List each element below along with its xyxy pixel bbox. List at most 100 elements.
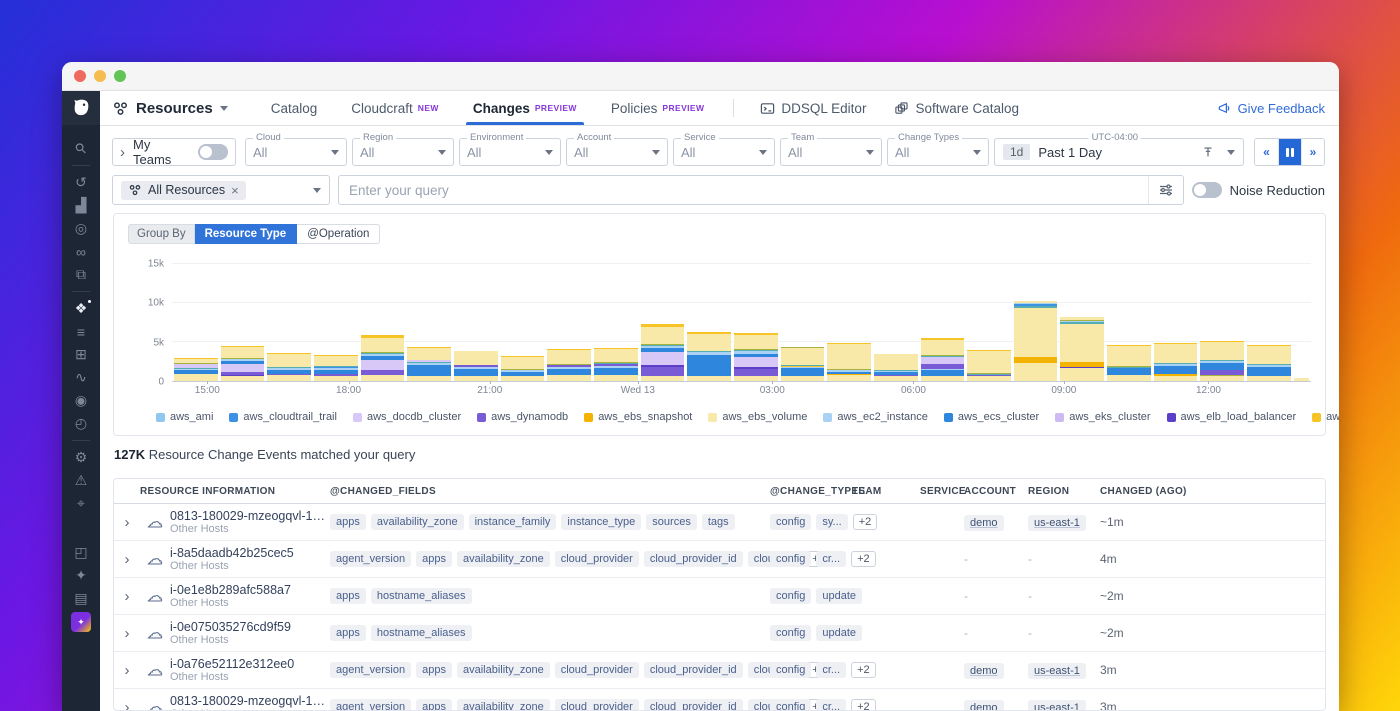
- change-type-chip[interactable]: cr...: [816, 662, 846, 678]
- change-type-chip[interactable]: config: [770, 514, 811, 530]
- filter-dropdown-account[interactable]: AccountAll: [566, 138, 668, 166]
- query-input[interactable]: [339, 183, 1148, 198]
- changed-field-chip[interactable]: hostname_aliases: [371, 588, 472, 604]
- change-type-chip[interactable]: sy...: [816, 514, 847, 530]
- datadog-logo-icon[interactable]: [62, 91, 100, 125]
- fast-forward-button[interactable]: »: [1301, 139, 1324, 165]
- security-config-icon[interactable]: ⚙: [62, 446, 100, 469]
- traces-icon[interactable]: ≡: [62, 320, 100, 343]
- pause-button[interactable]: [1278, 139, 1301, 165]
- changed-field-chip[interactable]: apps: [416, 699, 452, 711]
- my-teams-filter[interactable]: › My Teams: [112, 138, 236, 166]
- resource-name[interactable]: 0813-180029-mzeogqvl-10-...: [170, 694, 330, 708]
- row-expander-icon[interactable]: ›: [114, 699, 140, 711]
- row-expander-icon[interactable]: ›: [114, 662, 140, 679]
- pin-timeframe-icon[interactable]: [1201, 145, 1215, 159]
- changed-field-chip[interactable]: instance_family: [469, 514, 557, 530]
- tab-catalog[interactable]: Catalog: [254, 91, 335, 125]
- account-chip[interactable]: demo: [964, 515, 1004, 531]
- more-types-button[interactable]: +2: [853, 514, 878, 530]
- scope-chip[interactable]: All Resources ×: [121, 181, 246, 200]
- account-chip[interactable]: demo: [964, 700, 1004, 711]
- changed-field-chip[interactable]: sources: [646, 514, 697, 530]
- changed-field-chip[interactable]: apps: [330, 514, 366, 530]
- bits-ai-icon[interactable]: ✦: [71, 612, 91, 632]
- resource-scope-select[interactable]: All Resources ×: [112, 175, 330, 205]
- resources-icon[interactable]: ❖: [62, 297, 100, 320]
- changed-field-chip[interactable]: agent_version: [330, 662, 411, 678]
- more-types-button[interactable]: +2: [851, 662, 876, 678]
- region-chip[interactable]: us-east-1: [1028, 515, 1086, 531]
- product-switcher[interactable]: Resources: [112, 100, 228, 117]
- change-type-chip[interactable]: config: [770, 662, 811, 678]
- change-type-chip[interactable]: update: [816, 625, 862, 641]
- resource-name[interactable]: i-0e1e8b289afc588a7: [170, 583, 330, 597]
- resource-name[interactable]: i-8a5daadb42b25cec5: [170, 546, 330, 560]
- nav-tool-software-catalog[interactable]: Software Catalog: [880, 91, 1033, 125]
- integrations-icon[interactable]: ◰: [62, 541, 100, 564]
- changed-field-chip[interactable]: apps: [416, 551, 452, 567]
- changed-field-chip[interactable]: availability_zone: [371, 514, 464, 530]
- changed-field-chip[interactable]: cloud_provider: [555, 662, 639, 678]
- rewind-button[interactable]: «: [1255, 139, 1278, 165]
- my-teams-toggle[interactable]: [198, 144, 228, 160]
- row-expander-icon[interactable]: ›: [114, 551, 140, 568]
- investigate-icon[interactable]: ⌖: [62, 492, 100, 515]
- legend-item-aws_elb_load_balancer[interactable]: aws_elb_load_balancer: [1167, 411, 1297, 423]
- filter-dropdown-service[interactable]: ServiceAll: [673, 138, 775, 166]
- zoom-window-button[interactable]: [114, 70, 126, 82]
- give-feedback-link[interactable]: Give Feedback: [1217, 101, 1325, 116]
- time-range-picker[interactable]: UTC-04:00 1d Past 1 Day: [994, 138, 1244, 166]
- tab-policies[interactable]: PoliciesPREVIEW: [594, 91, 722, 125]
- group-by-resource-type[interactable]: Resource Type: [195, 224, 298, 244]
- legend-item-aws_docdb_cluster[interactable]: aws_docdb_cluster: [353, 411, 461, 423]
- account-chip[interactable]: demo: [964, 663, 1004, 679]
- changed-field-chip[interactable]: cloud_provider: [555, 699, 639, 711]
- legend-item-aws_ebs_volume[interactable]: aws_ebs_volume: [708, 411, 807, 423]
- filter-dropdown-change-types[interactable]: Change TypesAll: [887, 138, 989, 166]
- legend-item-aws_eni[interactable]: aws_eni: [1312, 411, 1339, 423]
- changed-field-chip[interactable]: agent_version: [330, 699, 411, 711]
- filter-dropdown-environment[interactable]: EnvironmentAll: [459, 138, 561, 166]
- legend-item-aws_cloudtrail_trail[interactable]: aws_cloudtrail_trail: [229, 411, 337, 423]
- legend-item-aws_dynamodb[interactable]: aws_dynamodb: [477, 411, 568, 423]
- change-type-chip[interactable]: config: [770, 551, 811, 567]
- row-expander-icon[interactable]: ›: [114, 588, 140, 605]
- metrics-icon[interactable]: ▟: [62, 194, 100, 217]
- region-chip[interactable]: us-east-1: [1028, 663, 1086, 679]
- change-type-chip[interactable]: config: [770, 588, 811, 604]
- change-type-chip[interactable]: config: [770, 625, 811, 641]
- changed-field-chip[interactable]: apps: [330, 625, 366, 641]
- changed-field-chip[interactable]: instance_type: [561, 514, 641, 530]
- chart-plot-area[interactable]: [172, 256, 1311, 382]
- actions-icon[interactable]: ✦: [62, 564, 100, 587]
- history-icon[interactable]: ↺: [62, 171, 100, 194]
- changed-field-chip[interactable]: apps: [416, 662, 452, 678]
- row-expander-icon[interactable]: ›: [114, 625, 140, 642]
- change-type-chip[interactable]: cr...: [816, 699, 846, 711]
- changed-field-chip[interactable]: cloud_provider_id: [644, 551, 743, 567]
- changed-field-chip[interactable]: apps: [330, 588, 366, 604]
- change-type-chip[interactable]: update: [816, 588, 862, 604]
- changed-field-chip[interactable]: tags: [702, 514, 735, 530]
- resource-name[interactable]: i-0a76e52112e312ee0: [170, 657, 330, 671]
- region-chip[interactable]: us-east-1: [1028, 700, 1086, 711]
- changed-field-chip[interactable]: availability_zone: [457, 662, 550, 678]
- legend-item-aws_ebs_snapshot[interactable]: aws_ebs_snapshot: [584, 411, 692, 423]
- tab-changes[interactable]: ChangesPREVIEW: [456, 91, 594, 125]
- query-options-sliders-icon[interactable]: [1148, 176, 1183, 204]
- changed-field-chip[interactable]: availability_zone: [457, 551, 550, 567]
- change-type-chip[interactable]: cr...: [816, 551, 846, 567]
- remove-scope-icon[interactable]: ×: [231, 183, 239, 198]
- change-type-chip[interactable]: config: [770, 699, 811, 711]
- connections-icon[interactable]: ∿: [62, 366, 100, 389]
- changed-field-chip[interactable]: agent_version: [330, 551, 411, 567]
- incident-icon[interactable]: ⚠: [62, 469, 100, 492]
- schedule-icon[interactable]: ◴: [62, 412, 100, 435]
- legend-item-aws_ecs_cluster[interactable]: aws_ecs_cluster: [944, 411, 1039, 423]
- resource-name[interactable]: i-0e075035276cd9f59: [170, 620, 330, 634]
- legend-item-aws_ami[interactable]: aws_ami: [156, 411, 213, 423]
- close-window-button[interactable]: [74, 70, 86, 82]
- workspaces-icon[interactable]: ▤: [62, 587, 100, 610]
- changed-field-chip[interactable]: availability_zone: [457, 699, 550, 711]
